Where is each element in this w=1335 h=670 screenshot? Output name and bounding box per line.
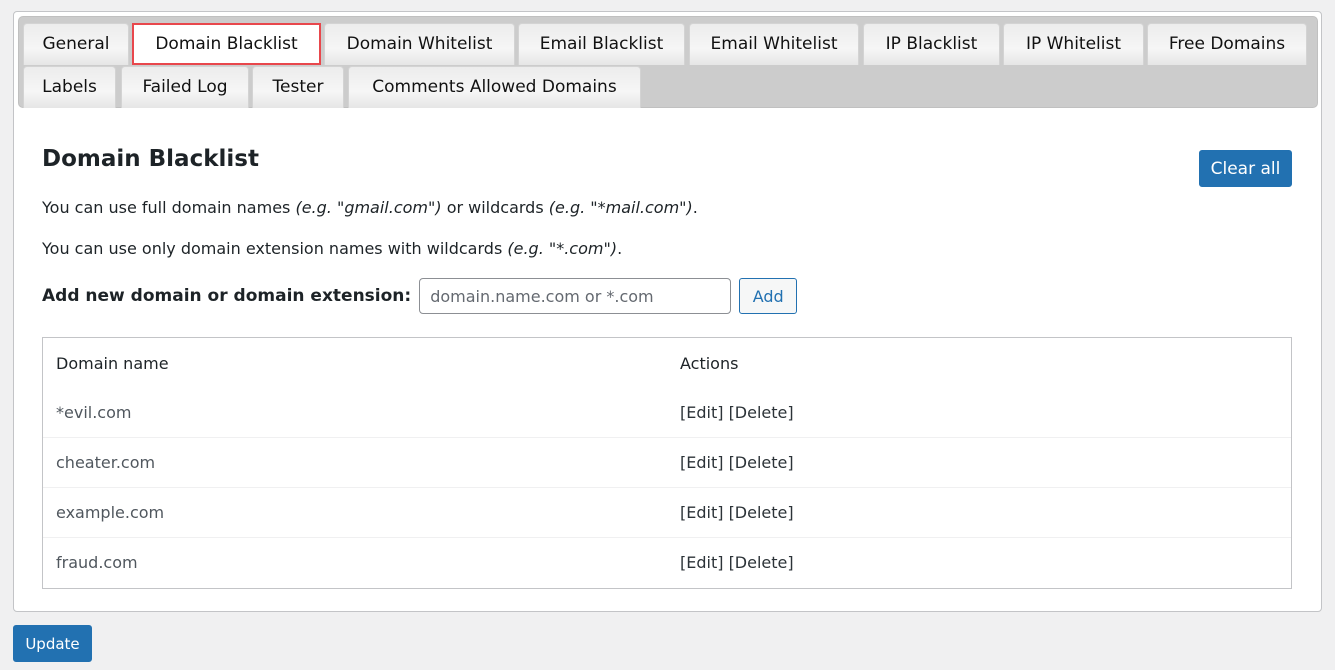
desc2-text-1: You can use only domain extension names …	[42, 239, 508, 258]
table-row: cheater.com [Edit] [Delete]	[43, 438, 1291, 488]
actions-cell: [Edit] [Delete]	[680, 503, 794, 522]
table-header: Domain name Actions	[43, 338, 1291, 388]
desc1-text-1: You can use full domain names	[42, 198, 296, 217]
add-domain-input[interactable]	[419, 278, 732, 314]
delete-link[interactable]: [Delete]	[729, 503, 794, 522]
table-row: fraud.com [Edit] [Delete]	[43, 538, 1291, 588]
domain-cell: fraud.com	[56, 553, 138, 572]
tab-domain-whitelist[interactable]: Domain Whitelist	[324, 23, 515, 65]
add-button[interactable]: Add	[739, 278, 798, 314]
column-header-actions: Actions	[680, 354, 739, 373]
desc2-text-2: .	[617, 239, 623, 258]
tab-email-whitelist[interactable]: Email Whitelist	[689, 23, 859, 65]
domain-cell: *evil.com	[56, 403, 132, 422]
domain-cell: cheater.com	[56, 453, 156, 472]
tab-free-domains[interactable]: Free Domains	[1147, 23, 1307, 65]
desc1-example-1: (e.g. "gmail.com")	[295, 198, 442, 217]
desc1-example-2: (e.g. "*mail.com")	[548, 198, 693, 217]
desc1-text-3: .	[692, 198, 698, 217]
desc2-example-1: (e.g. "*.com")	[507, 239, 618, 258]
tab-tester[interactable]: Tester	[252, 66, 344, 108]
domain-cell: example.com	[56, 503, 165, 522]
tab-failed-log[interactable]: Failed Log	[121, 66, 249, 108]
desc1-text-2: or wildcards	[441, 198, 549, 217]
table-row: *evil.com [Edit] [Delete]	[43, 388, 1291, 438]
page-title: Domain Blacklist	[42, 146, 259, 172]
tab-ip-whitelist[interactable]: IP Whitelist	[1003, 23, 1144, 65]
add-domain-label: Add new domain or domain extension:	[42, 286, 412, 306]
edit-link[interactable]: [Edit]	[680, 403, 723, 422]
tab-email-blacklist[interactable]: Email Blacklist	[518, 23, 685, 65]
tab-comments-allowed-domains[interactable]: Comments Allowed Domains	[348, 66, 641, 108]
domain-table: Domain name Actions *evil.com [Edit] [De…	[42, 337, 1292, 589]
tab-ip-blacklist[interactable]: IP Blacklist	[863, 23, 1000, 65]
delete-link[interactable]: [Delete]	[729, 403, 794, 422]
tab-bar: General Domain Blacklist Domain Whitelis…	[18, 16, 1318, 108]
description-extensions: You can use only domain extension names …	[42, 239, 622, 258]
delete-link[interactable]: [Delete]	[729, 553, 794, 572]
delete-link[interactable]: [Delete]	[729, 453, 794, 472]
edit-link[interactable]: [Edit]	[680, 553, 723, 572]
tab-domain-blacklist[interactable]: Domain Blacklist	[132, 23, 321, 65]
edit-link[interactable]: [Edit]	[680, 503, 723, 522]
actions-cell: [Edit] [Delete]	[680, 453, 794, 472]
update-button[interactable]: Update	[13, 625, 92, 662]
settings-panel: General Domain Blacklist Domain Whitelis…	[13, 11, 1322, 612]
tab-labels[interactable]: Labels	[23, 66, 116, 108]
tab-general[interactable]: General	[23, 23, 129, 65]
table-row: example.com [Edit] [Delete]	[43, 488, 1291, 538]
actions-cell: [Edit] [Delete]	[680, 403, 794, 422]
clear-all-button[interactable]: Clear all	[1199, 150, 1292, 187]
edit-link[interactable]: [Edit]	[680, 453, 723, 472]
actions-cell: [Edit] [Delete]	[680, 553, 794, 572]
column-header-domain: Domain name	[56, 354, 169, 373]
description-full-domains: You can use full domain names (e.g. "gma…	[42, 198, 698, 217]
add-domain-row: Add new domain or domain extension: Add	[42, 278, 798, 314]
